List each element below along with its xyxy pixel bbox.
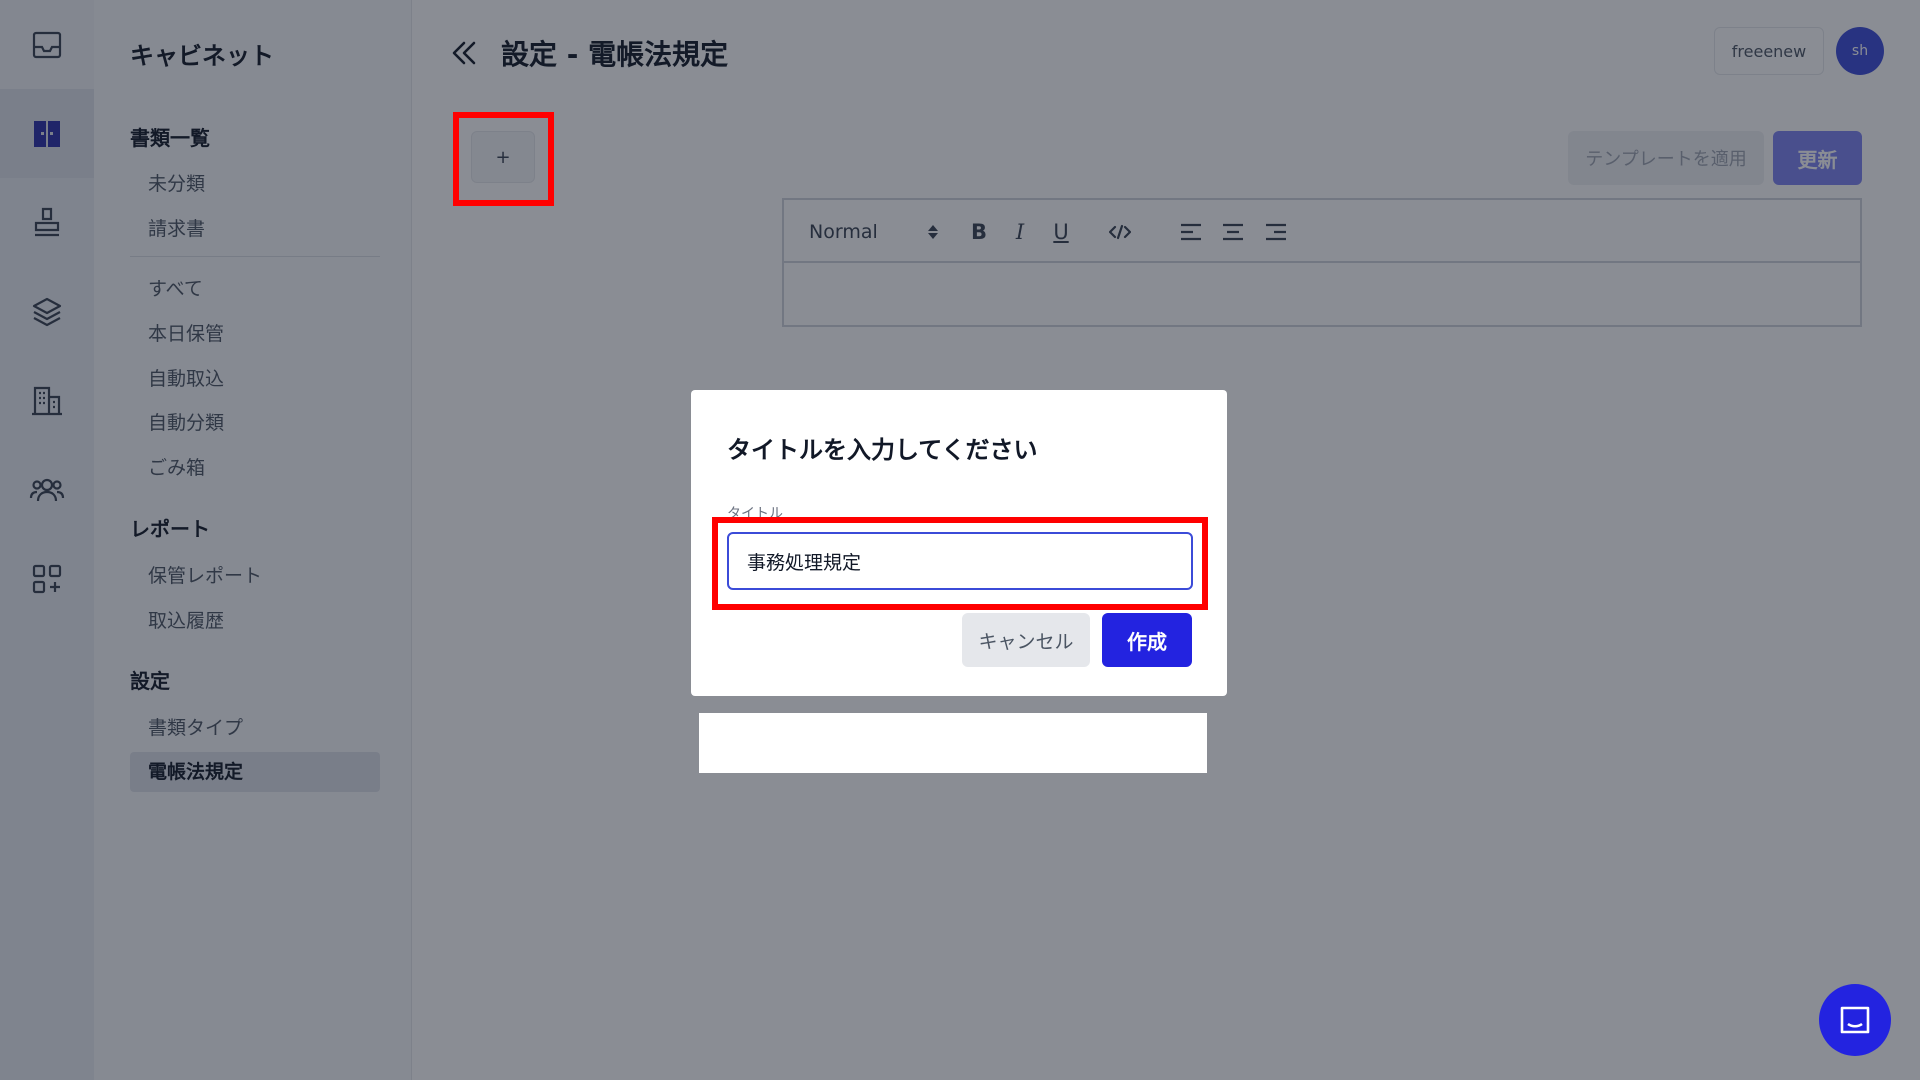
create-button[interactable]: 作成	[1102, 613, 1192, 667]
cancel-button[interactable]: キャンセル	[962, 613, 1090, 667]
blank-panel	[699, 713, 1207, 773]
dialog-title: タイトルを入力してください	[727, 436, 1038, 464]
chat-launcher-button[interactable]	[1819, 984, 1891, 1056]
chat-icon	[1840, 1006, 1870, 1034]
highlight-title-input	[712, 517, 1208, 610]
highlight-add-button	[453, 112, 554, 206]
